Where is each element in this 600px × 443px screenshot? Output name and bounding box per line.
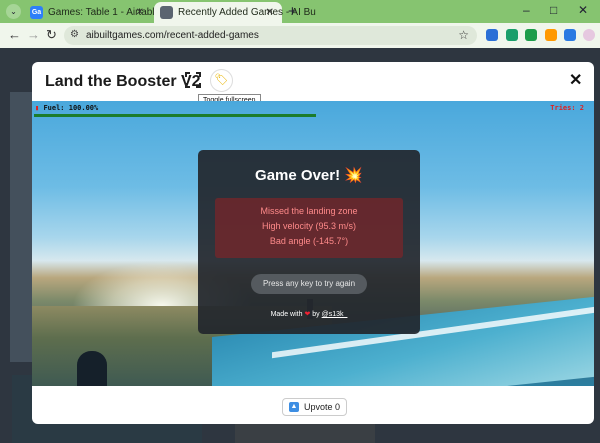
upvote-arrow-icon: ▲ xyxy=(289,402,299,412)
reload-icon[interactable]: ↻ xyxy=(46,27,57,43)
failure-reason: Missed the landing zone xyxy=(260,206,358,216)
modal-title: Land the Booster V2 xyxy=(45,73,201,90)
address-bar[interactable]: ⚙ aibuiltgames.com/recent-added-games ☆ xyxy=(64,26,477,45)
upvote-label: Upvote 0 xyxy=(304,402,341,412)
forward-arrow-icon[interactable]: → xyxy=(27,27,40,42)
amazon-extension-icon[interactable] xyxy=(545,29,557,41)
extension-icon[interactable] xyxy=(486,29,498,41)
background-content xyxy=(10,92,32,362)
by-text: by xyxy=(312,311,320,318)
author-link[interactable]: @s13k_ xyxy=(322,311,348,318)
failure-reason: Bad angle (-145.7°) xyxy=(269,236,349,246)
made-with-text: Made with xyxy=(270,311,303,318)
extension-icon[interactable] xyxy=(564,29,576,41)
heart-icon: ❤ xyxy=(304,311,311,318)
tries-counter: Tries: 2 xyxy=(550,104,584,112)
tab-close-icon[interactable]: ✕ xyxy=(266,7,274,18)
fuel-label: Fuel: 100.00% xyxy=(43,104,99,112)
failure-reasons: Missed the landing zone High velocity (9… xyxy=(215,198,403,258)
tab-airtable[interactable]: Ga Games: Table 1 - Airtable ✕ xyxy=(24,2,160,23)
explosion-icon: 💥 xyxy=(344,167,363,184)
credits: Made with ❤ by @s13k_ xyxy=(198,310,420,318)
game-canvas[interactable]: ▮ Fuel: 100.00% Tries: 2 Game Over! 💥 Mi… xyxy=(32,101,594,386)
aibuiltgames-favicon-icon xyxy=(160,6,173,19)
game-over-text: Game Over! xyxy=(255,167,341,184)
modal-close-button[interactable]: ✕ xyxy=(569,70,582,90)
fuel-icon: ▮ xyxy=(35,104,40,112)
retry-button[interactable]: Press any key to try again xyxy=(251,274,367,294)
tab-strip: ⌄ Ga Games: Table 1 - Airtable ✕ Recentl… xyxy=(0,0,600,23)
tab-close-icon[interactable]: ✕ xyxy=(136,7,144,18)
fullscreen-icon[interactable] xyxy=(185,72,201,88)
upvote-button[interactable]: ▲ Upvote 0 xyxy=(282,398,348,416)
tab-recently-added-games[interactable]: Recently Added Games - AI Bu ✕ xyxy=(154,2,316,23)
bookmark-star-icon[interactable]: ☆ xyxy=(458,28,469,42)
url-text[interactable]: aibuiltgames.com/recent-added-games xyxy=(86,30,259,41)
maximize-button[interactable]: □ xyxy=(550,3,557,17)
game-over-title: Game Over! 💥 xyxy=(198,166,420,184)
spectator-silhouette xyxy=(77,351,107,386)
tag-icon[interactable]: 🏷 xyxy=(210,69,233,92)
tab-search-button[interactable]: ⌄ xyxy=(6,4,21,19)
window-close-button[interactable]: ✕ xyxy=(578,3,588,17)
game-over-panel: Game Over! 💥 Missed the landing zone Hig… xyxy=(198,150,420,334)
browser-toolbar: ← → ↻ ⚙ aibuiltgames.com/recent-added-ga… xyxy=(0,23,600,48)
extension-icon[interactable] xyxy=(506,29,518,41)
minimize-button[interactable]: – xyxy=(523,3,530,17)
profile-avatar-icon[interactable] xyxy=(583,29,595,41)
new-tab-button[interactable]: + xyxy=(288,3,297,20)
fuel-bar xyxy=(34,114,316,117)
airtable-favicon-icon: Ga xyxy=(30,6,43,19)
back-arrow-icon[interactable]: ← xyxy=(8,27,21,42)
fuel-readout: ▮ Fuel: 100.00% xyxy=(35,104,98,112)
failure-reason: High velocity (95.3 m/s) xyxy=(261,221,357,231)
extension-icon[interactable] xyxy=(525,29,537,41)
game-modal: Land the Booster V2 🏷 Toggle fullscreen … xyxy=(32,62,594,424)
site-info-icon[interactable]: ⚙ xyxy=(70,29,79,40)
